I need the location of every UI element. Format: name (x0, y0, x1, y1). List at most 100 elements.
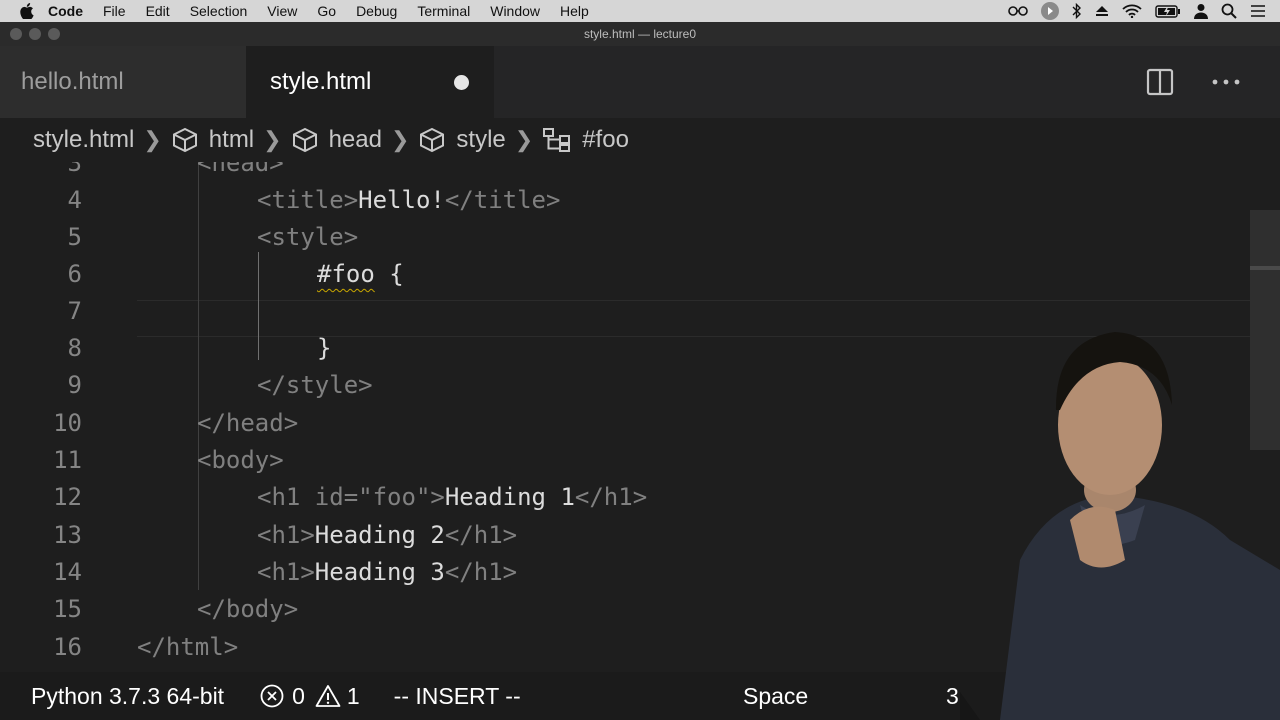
menu-help[interactable]: Help (560, 3, 589, 19)
breadcrumb-label: head (328, 126, 382, 153)
code-token: <h1> (257, 558, 315, 586)
code-token: </style> (257, 371, 373, 399)
line-number: 7 (67, 297, 82, 325)
code-token: <head> (197, 162, 284, 177)
menubar-status-area (1008, 0, 1266, 22)
warning-count: 1 (346, 682, 360, 709)
menu-file[interactable]: File (103, 3, 126, 19)
menu-debug[interactable]: Debug (356, 3, 397, 19)
code-token: </head> (197, 409, 299, 437)
macos-menubar: Code File Edit Selection View Go Debug T… (0, 0, 1280, 22)
glasses-icon[interactable] (1008, 5, 1028, 17)
presenter-torso (1000, 495, 1280, 720)
wifi-icon[interactable] (1122, 4, 1142, 18)
chevron-right-icon: ❯ (514, 127, 534, 152)
breadcrumb: style.html ❯ html ❯ head ❯ style ❯ #foo (0, 118, 1280, 162)
cube-icon (172, 127, 197, 153)
laptop-edge (960, 692, 980, 720)
code-token: </h1> (574, 483, 648, 511)
vim-mode-status: -- INSERT -- (393, 682, 521, 709)
tab-label: style.html (270, 68, 372, 95)
menu-selection[interactable]: Selection (190, 3, 248, 19)
line-number: 13 (53, 521, 82, 549)
minimize-window-button[interactable] (29, 28, 41, 40)
code-token: <title> (257, 186, 359, 214)
cube-icon (292, 127, 317, 153)
line-number: 4 (67, 186, 82, 214)
python-interpreter-status[interactable]: Python 3.7.3 64-bit (31, 683, 224, 710)
window-controls (10, 28, 60, 40)
menu-view[interactable]: View (267, 3, 297, 19)
code-token: </title> (444, 186, 561, 214)
breadcrumb-item-selector[interactable]: #foo (542, 126, 629, 154)
menu-window[interactable]: Window (490, 3, 540, 19)
code-token: </h1> (444, 558, 518, 586)
window-titlebar: style.html — lecture0 (0, 22, 1280, 46)
css-selector-warning[interactable]: #foo (317, 260, 375, 288)
code-token: </html> (137, 633, 239, 661)
breadcrumb-item-html[interactable]: html (171, 126, 254, 154)
breadcrumb-item-style[interactable]: style (418, 126, 506, 154)
line-number: 6 (67, 260, 82, 288)
line-number: 11 (53, 446, 82, 474)
bluetooth-icon[interactable] (1072, 3, 1082, 19)
tab-label: hello.html (21, 68, 124, 95)
line-number: 5 (67, 223, 82, 251)
chevron-right-icon: ❯ (390, 127, 410, 152)
line-number: 10 (53, 409, 82, 437)
zoom-window-button[interactable] (48, 28, 60, 40)
code-line: 6 #foo { (0, 256, 1250, 293)
split-editor-icon[interactable] (1146, 68, 1174, 96)
code-token: Heading 3 (314, 558, 445, 586)
breadcrumb-label: html (208, 126, 255, 153)
list-icon[interactable] (1250, 4, 1266, 18)
scrollbar-cursor-marker (1250, 266, 1280, 270)
breadcrumb-label: #foo (582, 126, 629, 153)
user-circle-icon[interactable] (1041, 2, 1059, 20)
error-count: 0 (292, 682, 305, 709)
cube-icon (420, 127, 445, 153)
search-icon[interactable] (1221, 3, 1237, 19)
code-token: Heading 2 (314, 521, 445, 549)
code-token: <h1> (257, 521, 315, 549)
code-token: { (374, 260, 404, 288)
code-line: 4 <title>Hello!</title> (0, 182, 1250, 219)
user-icon[interactable] (1194, 3, 1208, 19)
menu-go[interactable]: Go (317, 3, 336, 19)
code-token: <body> (197, 446, 284, 474)
line-number: 8 (67, 334, 82, 362)
line-number: 16 (53, 633, 82, 661)
indentation-status[interactable]: Space (743, 683, 808, 710)
code-token: </body> (197, 595, 299, 623)
tab-style-html[interactable]: style.html (246, 46, 494, 118)
presenter-video-overlay (960, 332, 1280, 720)
line-number: 14 (53, 558, 82, 586)
unsaved-dot-icon[interactable] (454, 75, 469, 90)
menu-terminal[interactable]: Terminal (417, 3, 470, 19)
menu-app-name[interactable]: Code (48, 3, 83, 19)
line-number: 3 (67, 162, 82, 177)
code-token: Heading 1 (444, 483, 575, 511)
warning-icon (315, 685, 341, 707)
eject-icon[interactable] (1095, 5, 1109, 17)
more-actions-icon[interactable] (1210, 68, 1242, 96)
symbol-tree-icon (543, 128, 571, 152)
error-icon (260, 684, 284, 708)
apple-icon[interactable] (20, 3, 34, 19)
status-item-partial[interactable]: 3 (946, 683, 959, 710)
code-line: 5 <style> (0, 219, 1250, 256)
code-token: </h1> (444, 521, 518, 549)
breadcrumb-item-file[interactable]: style.html (33, 126, 134, 154)
code-token: Hello! (358, 186, 445, 214)
breadcrumb-label: style.html (33, 126, 135, 153)
line-number: 9 (67, 371, 82, 399)
tab-hello-html[interactable]: hello.html (0, 46, 246, 118)
battery-icon[interactable] (1155, 4, 1181, 18)
menu-edit[interactable]: Edit (146, 3, 170, 19)
window-title: style.html — lecture0 (583, 27, 697, 41)
close-window-button[interactable] (10, 28, 22, 40)
problems-status[interactable]: 0 1 (260, 683, 360, 710)
breadcrumb-label: style (456, 126, 506, 153)
breadcrumb-item-head[interactable]: head (291, 126, 382, 154)
code-token: <style> (257, 223, 359, 251)
